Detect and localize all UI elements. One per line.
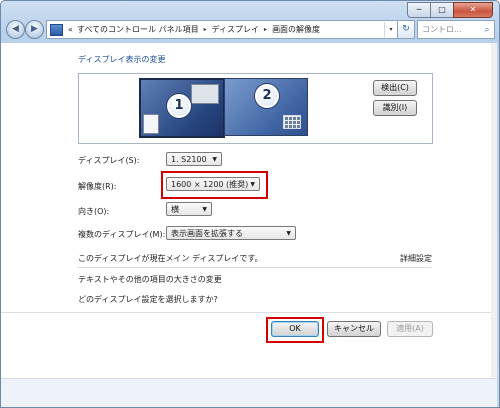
maximize-button[interactable]: □ — [430, 2, 454, 18]
display-label: ディスプレイ(S): — [78, 156, 140, 165]
display-select[interactable]: 1. S2100 ▼ — [166, 152, 222, 166]
identify-button[interactable]: 識別(I) — [373, 100, 417, 116]
resolution-select-value: 1600 × 1200 (推奨) — [171, 180, 249, 189]
orientation-label: 向き(O): — [78, 207, 110, 216]
chevron-right-icon[interactable]: ▸ — [204, 26, 207, 33]
chevron-down-icon[interactable]: ▾ — [384, 22, 397, 37]
apply-button[interactable]: 適用(A) — [387, 321, 433, 337]
monitor-1[interactable]: 1 — [139, 78, 225, 138]
breadcrumb-all-items[interactable]: すべてのコントロール パネル項目 — [77, 24, 199, 35]
address-bar[interactable]: « すべてのコントロール パネル項目 ▸ ディスプレイ ▸ 画面の解像度 ▾ — [46, 20, 398, 39]
multiple-displays-select[interactable]: 表示画面を拡張する ▼ — [166, 226, 296, 240]
content-edge — [491, 43, 497, 378]
cancel-button[interactable]: キャンセル — [327, 321, 381, 337]
resolution-select[interactable]: 1600 × 1200 (推奨) ▼ — [166, 177, 260, 191]
search-placeholder: コントロ... — [422, 25, 462, 34]
ok-button[interactable]: OK — [271, 321, 319, 337]
forward-arrow-icon[interactable]: ▶ — [25, 20, 44, 39]
breadcrumb-overflow[interactable]: « — [68, 25, 73, 34]
text-size-link[interactable]: テキストやその他の項目の大きさの変更 — [78, 274, 222, 285]
divider — [1, 312, 491, 313]
search-input[interactable]: コントロ... ⌕ — [417, 20, 495, 39]
close-button[interactable]: ✕ — [453, 2, 493, 18]
orientation-select[interactable]: 横 ▼ — [166, 202, 212, 216]
chevron-right-icon[interactable]: ▸ — [264, 26, 267, 33]
monitor-arrangement: 1 2 検出(C) 識別(I) — [78, 73, 433, 144]
window-caption-buttons: ─ □ ✕ — [407, 2, 493, 18]
orientation-select-value: 横 — [171, 205, 179, 214]
page-title: ディスプレイ表示の変更 — [78, 55, 166, 64]
search-icon[interactable]: ⌕ — [480, 25, 494, 35]
divider — [78, 267, 431, 268]
detect-button[interactable]: 検出(C) — [373, 80, 417, 96]
chevron-down-icon: ▼ — [286, 230, 291, 237]
monitor-1-document-preview — [143, 114, 159, 134]
advanced-settings-link[interactable]: 詳細設定 — [400, 253, 432, 264]
monitor-2-number: 2 — [255, 84, 279, 108]
multiple-displays-label: 複数のディスプレイ(M): — [78, 230, 166, 239]
chevron-down-icon: ▼ — [202, 206, 207, 213]
status-bar — [1, 378, 497, 407]
display-select-value: 1. S2100 — [171, 155, 207, 164]
control-panel-icon — [50, 23, 63, 36]
monitor-1-window-preview — [191, 84, 219, 104]
chevron-down-icon: ▼ — [250, 181, 255, 188]
back-arrow-icon[interactable]: ◀ — [6, 20, 25, 39]
monitor-2[interactable]: 2 — [224, 78, 308, 136]
refresh-icon[interactable]: ↻ — [397, 20, 415, 39]
breadcrumb-display[interactable]: ディスプレイ — [212, 24, 259, 35]
breadcrumb-screen-resolution[interactable]: 画面の解像度 — [272, 24, 320, 35]
which-settings-link[interactable]: どのディスプレイ設定を選択しますか? — [78, 294, 218, 305]
multiple-displays-select-value: 表示画面を拡張する — [171, 229, 243, 238]
main-display-status: このディスプレイが現在メイン ディスプレイです。 — [78, 254, 263, 263]
chevron-down-icon: ▼ — [212, 156, 217, 163]
monitor-2-desktop-icon — [283, 115, 301, 129]
monitor-1-number: 1 — [167, 94, 191, 118]
resolution-label: 解像度(R): — [78, 182, 117, 191]
minimize-button[interactable]: ─ — [407, 2, 431, 18]
